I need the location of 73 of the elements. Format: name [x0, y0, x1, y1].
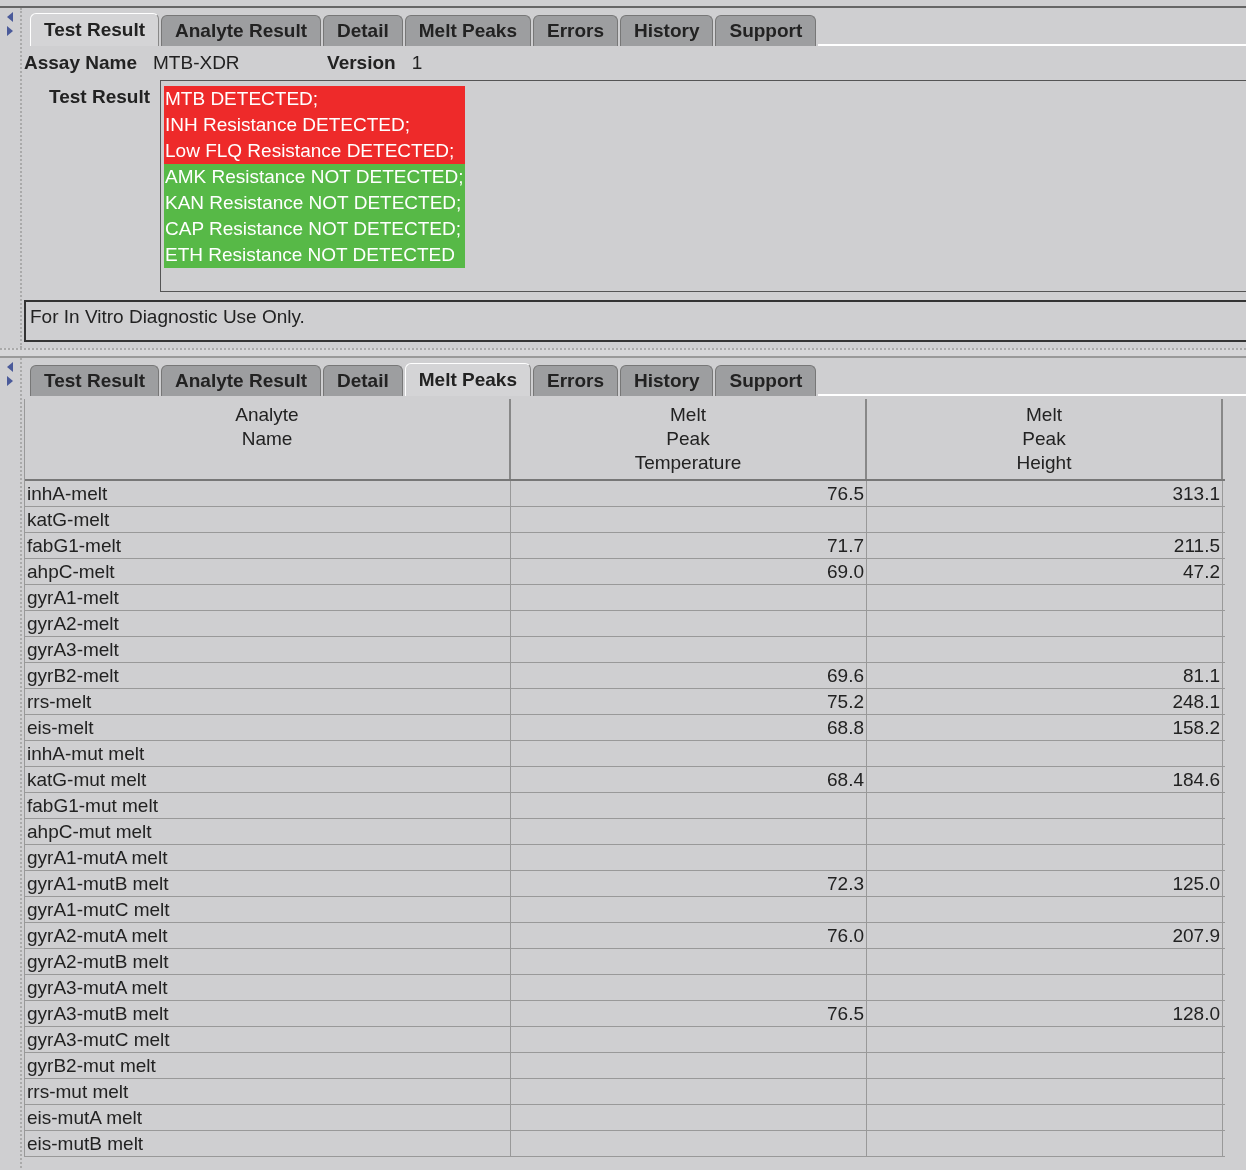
version-value: 1: [411, 52, 423, 74]
table-cell: gyrB2-mut melt: [25, 1053, 511, 1078]
tab[interactable]: Detail: [323, 15, 403, 46]
column-header[interactable]: Melt Peak Temperature: [511, 399, 867, 479]
table-cell: inhA-melt: [25, 481, 511, 506]
tab[interactable]: Support: [715, 365, 817, 396]
tab[interactable]: Test Result: [30, 365, 159, 396]
table-cell: gyrA2-mutB melt: [25, 949, 511, 974]
table-cell: katG-mut melt: [25, 767, 511, 792]
collapse-icon[interactable]: [6, 12, 14, 22]
tab[interactable]: Errors: [533, 365, 618, 396]
table-cell: 72.3: [511, 871, 867, 896]
table-cell: 71.7: [511, 533, 867, 558]
tab[interactable]: History: [620, 365, 714, 396]
notice-field: For In Vitro Diagnostic Use Only.: [24, 300, 1246, 342]
tab[interactable]: Test Result: [30, 13, 159, 46]
table-cell: gyrA3-mutC melt: [25, 1027, 511, 1052]
table-cell: rrs-melt: [25, 689, 511, 714]
table-cell: 313.1: [867, 481, 1223, 506]
column-header[interactable]: Analyte Name: [25, 399, 511, 479]
table-cell: eis-melt: [25, 715, 511, 740]
table-cell: 68.8: [511, 715, 867, 740]
tab[interactable]: Support: [715, 15, 817, 46]
table-cell: gyrA1-melt: [25, 585, 511, 610]
table-cell: gyrA3-melt: [25, 637, 511, 662]
test-result-label: Test Result: [48, 85, 151, 109]
expand-icon[interactable]: [6, 376, 14, 386]
table-cell: 68.4: [511, 767, 867, 792]
table-cell: inhA-mut melt: [25, 741, 511, 766]
table-cell: katG-melt: [25, 507, 511, 532]
tab[interactable]: Detail: [323, 365, 403, 396]
tab[interactable]: History: [620, 15, 714, 46]
table-cell: 125.0: [867, 871, 1223, 896]
tab[interactable]: Melt Peaks: [404, 363, 531, 396]
table-cell: 69.0: [511, 559, 867, 584]
table-cell: 184.6: [867, 767, 1223, 792]
column-header[interactable]: Melt Peak Height: [867, 399, 1223, 479]
table-cell: 211.5: [867, 533, 1223, 558]
collapse-icon[interactable]: [6, 362, 14, 372]
tab[interactable]: Analyte Result: [161, 365, 321, 396]
table-cell: eis-mutB melt: [25, 1131, 511, 1156]
table-cell: 248.1: [867, 689, 1223, 714]
table-cell: 207.9: [867, 923, 1223, 948]
table-cell: gyrA2-mutA melt: [25, 923, 511, 948]
table-cell: ahpC-mut melt: [25, 819, 511, 844]
table-cell: gyrA3-mutB melt: [25, 1001, 511, 1026]
table-cell: 75.2: [511, 689, 867, 714]
table-cell: fabG1-melt: [25, 533, 511, 558]
table-cell: gyrA1-mutA melt: [25, 845, 511, 870]
assay-name-label: Assay Name: [24, 52, 138, 74]
table-cell: 47.2: [867, 559, 1223, 584]
version-label: Version: [327, 52, 396, 74]
tab[interactable]: Errors: [533, 15, 618, 46]
table-cell: fabG1-mut melt: [25, 793, 511, 818]
table-cell: 158.2: [867, 715, 1223, 740]
tab[interactable]: Melt Peaks: [404, 15, 531, 46]
table-cell: gyrA1-mutC melt: [25, 897, 511, 922]
table-cell: eis-mutA melt: [25, 1105, 511, 1130]
table-cell: 76.0: [511, 923, 867, 948]
table-cell: ahpC-melt: [25, 559, 511, 584]
table-cell: 81.1: [867, 663, 1223, 688]
table-cell: gyrA3-mutA melt: [25, 975, 511, 1000]
table-cell: 76.5: [511, 481, 867, 506]
table-cell: gyrA2-melt: [25, 611, 511, 636]
assay-name-value: MTB-XDR: [153, 52, 241, 74]
table-cell: gyrB2-melt: [25, 663, 511, 688]
expand-icon[interactable]: [6, 26, 14, 36]
tab[interactable]: Analyte Result: [161, 15, 321, 46]
table-cell: rrs-mut melt: [25, 1079, 511, 1104]
table-cell: 69.6: [511, 663, 867, 688]
table-cell: 76.5: [511, 1001, 867, 1026]
table-cell: 128.0: [867, 1001, 1223, 1026]
table-cell: gyrA1-mutB melt: [25, 871, 511, 896]
